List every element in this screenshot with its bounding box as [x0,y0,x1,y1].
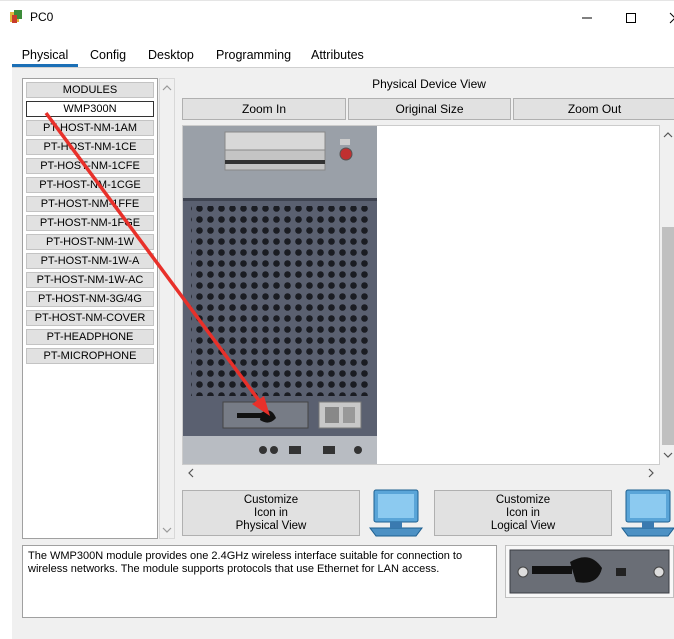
pc-chassis-image [183,126,377,464]
module-item[interactable]: PT-HOST-NM-1FFE [26,196,154,212]
module-item[interactable]: PT-MICROPHONE [26,348,154,364]
wmp300n-module-image [509,549,670,594]
module-item[interactable]: PT-HOST-NM-3G/4G [26,291,154,307]
device-viewport[interactable] [182,125,660,465]
tab-physical[interactable]: Physical [12,46,78,67]
viewport-horizontal-scrollbar[interactable] [182,465,660,481]
pc-icon [621,489,674,537]
module-thumbnail [505,545,674,598]
maximize-icon [626,13,636,23]
module-item[interactable]: PT-HOST-NM-1W-A [26,253,154,269]
scrollbar-arrows [162,85,172,533]
packet-tracer-icon [10,10,22,23]
minimize-icon [582,17,592,19]
pc-icon [369,489,423,537]
pc0-window: PC0 Physical Config Desktop Programming … [0,0,674,639]
zoom-out-button[interactable]: Zoom Out [513,98,674,120]
module-item[interactable]: PT-HOST-NM-1W [26,234,154,250]
tab-config[interactable]: Config [90,46,126,64]
zoom-in-button[interactable]: Zoom In [182,98,346,120]
module-item[interactable]: PT-HOST-NM-1CE [26,139,154,155]
module-item[interactable]: PT-HOST-NM-1W-AC [26,272,154,288]
tab-attributes[interactable]: Attributes [311,46,364,64]
viewport-vertical-scrollbar[interactable] [660,125,674,465]
modules-list[interactable]: MODULES WMP300N PT-HOST-NM-1AM PT-HOST-N… [22,78,158,539]
module-item-wmp300n[interactable]: WMP300N [26,101,154,117]
scrollbar-arrows [662,132,674,458]
customize-logical-icon-button[interactable]: Customize Icon in Logical View [434,490,612,536]
module-item[interactable]: PT-HEADPHONE [26,329,154,345]
minimize-button[interactable] [564,1,610,35]
scrollbar-arrows [188,468,654,478]
physical-device-view-title: Physical Device View [372,77,486,91]
tab-programming[interactable]: Programming [216,46,291,64]
customize-physical-icon-button[interactable]: Customize Icon in Physical View [182,490,360,536]
module-item[interactable]: PT-HOST-NM-1CGE [26,177,154,193]
module-item[interactable]: PT-HOST-NM-1AM [26,120,154,136]
module-item[interactable]: PT-HOST-NM-COVER [26,310,154,326]
close-button[interactable] [652,1,674,35]
window-title: PC0 [30,10,54,24]
module-item[interactable]: PT-HOST-NM-1CFE [26,158,154,174]
tab-bar: Physical Config Desktop Programming Attr… [0,40,674,70]
close-icon [669,12,674,24]
module-item[interactable]: PT-HOST-NM-1FGE [26,215,154,231]
module-description: The WMP300N module provides one 2.4GHz w… [22,545,497,618]
maximize-button[interactable] [608,1,654,35]
tab-desktop[interactable]: Desktop [148,46,194,64]
title-bar: PC0 [0,0,674,34]
modules-header: MODULES [26,82,154,98]
modules-scrollbar[interactable] [159,78,175,539]
original-size-button[interactable]: Original Size [348,98,511,120]
